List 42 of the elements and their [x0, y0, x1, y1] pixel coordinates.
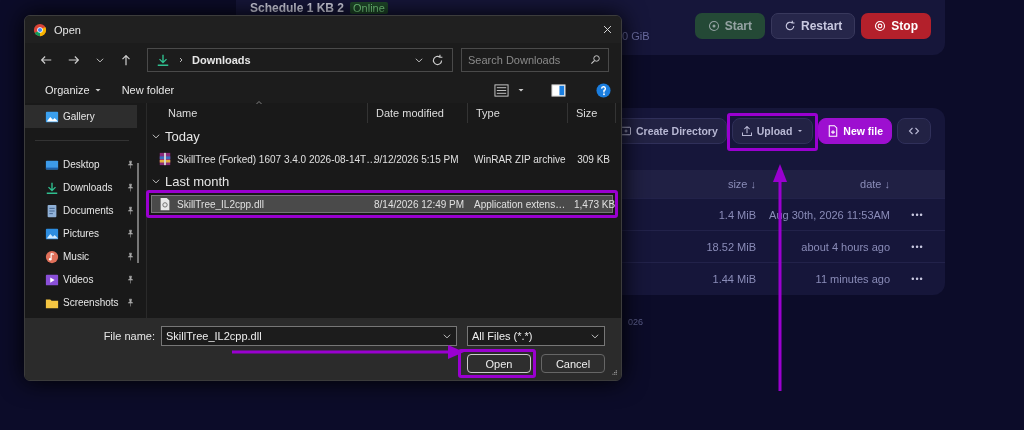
column-header[interactable]: Name [154, 103, 368, 123]
column-header[interactable]: Type [468, 103, 568, 123]
search-field[interactable]: Search Downloads [461, 48, 609, 72]
file-type-dropdown[interactable]: All Files (*.*) [467, 326, 605, 346]
status-badge: Online [350, 1, 388, 14]
date-cell-text: about 4 hours ago [800, 240, 890, 253]
more-button[interactable]: ••• [890, 241, 945, 252]
file-name-label: File name: [103, 330, 155, 342]
file-name-field[interactable]: SkillTree_IL2cpp.dll [161, 326, 457, 346]
server-name: Schedule 1 KB 2 [250, 1, 345, 14]
column-header[interactable]: date ↓ [756, 178, 890, 190]
new-file-button[interactable]: New file [818, 118, 892, 144]
restart-button[interactable]: Restart [770, 12, 856, 39]
size-cell-text: 18.52 MiB [705, 240, 756, 253]
column-header[interactable]: Size [568, 103, 616, 123]
nav-item[interactable]: Screenshots [25, 291, 137, 314]
footer-text: 026 [627, 317, 645, 327]
date-cell-text: 11 minutes ago [814, 272, 890, 285]
open-button[interactable]: Open [467, 354, 531, 373]
more-button[interactable]: ••• [890, 273, 945, 284]
nav-item[interactable]: Pictures [25, 222, 137, 245]
cancel-button[interactable]: Cancel [541, 354, 605, 373]
dialog-title: Open [54, 23, 81, 36]
nav-item[interactable]: Desktop [25, 153, 137, 176]
column-header[interactable]: Date modified [368, 103, 468, 123]
new-folder-button[interactable]: New folder [115, 84, 181, 96]
nav-item[interactable]: Music [25, 245, 137, 268]
nav-item[interactable]: Documents [25, 199, 137, 222]
nav-item[interactable]: Downloads [25, 176, 137, 199]
organize-menu[interactable]: Organize [39, 84, 108, 96]
file-row[interactable]: SkillTree (Forked) 1607 3.4.0 2026-08-14T…9/12/2026 5:15 PM WinRAR ZIP archive 309 KB [151, 150, 613, 168]
group-header[interactable]: Last month [151, 171, 621, 191]
more-button[interactable]: ••• [890, 209, 945, 220]
file-row[interactable]: SkillTree_IL2cpp.dll 8/14/2026 12:49 PM Application extens… 1,473 KB [151, 195, 613, 213]
size-cell-text: 1.4 MiB [717, 208, 756, 221]
column-header[interactable]: size ↓ [636, 178, 756, 190]
stop-button[interactable]: Stop [861, 12, 931, 39]
nav-item[interactable]: Gallery [25, 105, 137, 128]
size-cell-text: 1.44 MiB [711, 272, 756, 285]
address-bar[interactable]: Downloads [147, 48, 453, 72]
nav-item[interactable]: Videos [25, 268, 137, 291]
upload-button[interactable]: Upload [731, 118, 814, 144]
